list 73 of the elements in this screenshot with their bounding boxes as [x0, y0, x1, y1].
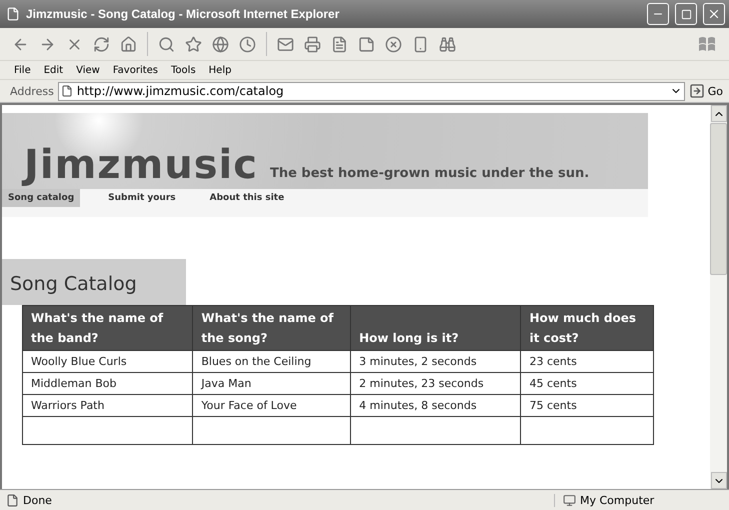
- document-button[interactable]: [331, 36, 348, 52]
- table-cell: Java Man: [192, 372, 351, 394]
- device-button[interactable]: [412, 36, 429, 52]
- note-button[interactable]: [358, 36, 375, 52]
- table-cell: Blues on the Ceiling: [192, 350, 351, 372]
- refresh-button[interactable]: [93, 36, 110, 52]
- nav-link[interactable]: Submit yours: [102, 189, 182, 207]
- table-cell: 4 minutes, 8 seconds: [350, 394, 521, 416]
- address-field[interactable]: http://www.jimzmusic.com/catalog: [58, 82, 685, 100]
- nav-link[interactable]: Song catalog: [2, 189, 80, 207]
- search-button[interactable]: [158, 36, 175, 52]
- table-cell: Middleman Bob: [22, 372, 193, 394]
- x-circle-icon: [385, 36, 402, 52]
- nav-link[interactable]: About this site: [204, 189, 290, 207]
- table-cell: Warriors Path: [22, 394, 193, 416]
- computer-icon: [563, 494, 576, 506]
- go-button[interactable]: Go: [688, 83, 723, 99]
- table-cell: 45 cents: [520, 372, 654, 394]
- refresh-icon: [93, 36, 110, 52]
- globe-icon: [212, 36, 229, 52]
- table-cell: 23 cents: [520, 350, 654, 372]
- maximize-icon: [680, 8, 692, 20]
- mail-icon: [277, 36, 294, 52]
- menu-item[interactable]: View: [76, 64, 100, 76]
- menu-item[interactable]: File: [14, 64, 31, 76]
- binoculars-icon: [439, 36, 456, 52]
- minimize-button[interactable]: [647, 3, 669, 25]
- window-title: Jimzmusic - Song Catalog - Microsoft Internet Explorer: [26, 7, 340, 21]
- menu-item[interactable]: Favorites: [112, 64, 158, 76]
- site-logo: Jimzmusic: [24, 145, 258, 185]
- column-header: What's the name of the song?: [192, 306, 351, 350]
- menu-item[interactable]: Edit: [44, 64, 64, 76]
- scroll-down-button[interactable]: [710, 472, 726, 489]
- scroll-up-button[interactable]: [710, 105, 726, 122]
- page-icon: [6, 494, 19, 506]
- column-header: What's the name of the band?: [22, 306, 193, 350]
- search-icon: [158, 36, 175, 52]
- home-icon: [120, 36, 137, 52]
- print-icon: [304, 36, 321, 52]
- column-header: How long is it?: [350, 306, 521, 350]
- status-text: Done: [23, 494, 53, 506]
- menu-item[interactable]: Tools: [171, 64, 196, 76]
- browser-icon: [6, 7, 20, 21]
- page-icon: [60, 85, 73, 97]
- history-button[interactable]: [239, 36, 256, 52]
- home-button[interactable]: [120, 36, 137, 52]
- document-icon: [331, 36, 348, 52]
- star-icon: [185, 36, 202, 52]
- close-icon: [707, 7, 721, 21]
- menu-item[interactable]: Help: [208, 64, 232, 76]
- table-cell: 2 minutes, 23 seconds: [350, 372, 521, 394]
- binoculars-button[interactable]: [439, 36, 456, 52]
- table-cell: 3 minutes, 2 seconds: [350, 350, 521, 372]
- zone-text: My Computer: [580, 494, 654, 506]
- table-cell: Your Face of Love: [192, 394, 351, 416]
- device-icon: [412, 36, 429, 52]
- history-icon: [239, 36, 256, 52]
- note-icon: [358, 36, 375, 52]
- maximize-button[interactable]: [675, 3, 697, 25]
- x-circle-button[interactable]: [385, 36, 402, 52]
- scroll-thumb[interactable]: [710, 123, 727, 275]
- print-button[interactable]: [304, 36, 321, 52]
- table-cell: Woolly Blue Curls: [22, 350, 193, 372]
- page-heading: Song Catalog: [2, 259, 186, 305]
- mail-button[interactable]: [277, 36, 294, 52]
- table-cell: 75 cents: [520, 394, 654, 416]
- column-header: How much does it cost?: [520, 306, 654, 350]
- star-button[interactable]: [185, 36, 202, 52]
- address-label: Address: [10, 84, 54, 98]
- close-button[interactable]: [703, 3, 725, 25]
- address-text: http://www.jimzmusic.com/catalog: [76, 84, 284, 98]
- globe-button[interactable]: [212, 36, 229, 52]
- site-tagline: The best home-grown music under the sun.: [270, 166, 590, 181]
